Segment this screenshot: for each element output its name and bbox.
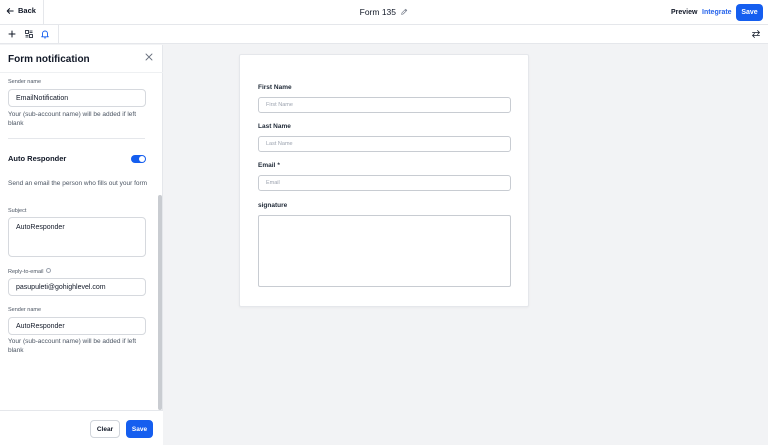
signature-label: signature <box>258 202 288 209</box>
pencil-icon[interactable] <box>400 8 408 16</box>
auto-responder-toggle[interactable] <box>131 155 146 163</box>
save-button[interactable]: Save <box>736 4 763 21</box>
sender-name-help: Your (sub-account name) will be added if… <box>8 111 137 127</box>
panel-footer: Clear Save <box>0 410 163 445</box>
clear-button[interactable]: Clear <box>90 420 120 438</box>
scrollbar[interactable] <box>158 195 162 410</box>
email-label-wrap: Email * <box>258 162 280 169</box>
plus-icon[interactable] <box>7 29 17 39</box>
first-name-label: First Name <box>258 84 292 91</box>
top-bar: Back Form 135 Preview Integrate Save <box>0 0 768 25</box>
last-name-label: Last Name <box>258 123 291 130</box>
email-label: Email <box>258 162 276 169</box>
sender-name-help: Your (sub-account name) will be added if… <box>8 338 137 354</box>
reply-to-email-label: Reply-to-email <box>8 269 44 275</box>
form-preview-card: First Name First Name Last Name Last Nam… <box>239 54 529 307</box>
last-name-field[interactable]: Last Name <box>258 136 511 152</box>
first-name-field[interactable]: First Name <box>258 97 511 113</box>
divider <box>8 138 145 139</box>
info-icon[interactable] <box>46 268 52 273</box>
form-notification-panel: Form notification Sender name EmailNotif… <box>0 45 163 445</box>
preview-button[interactable]: Preview <box>671 9 697 16</box>
reply-to-email-label-wrap: Reply-to-email <box>8 268 52 275</box>
sender-name-input[interactable]: EmailNotification <box>8 89 146 107</box>
toolbar <box>0 25 768 44</box>
integrate-button[interactable]: Integrate <box>702 9 732 16</box>
panel-title: Form notification <box>8 54 90 65</box>
subject-textarea[interactable]: AutoResponder <box>8 217 146 257</box>
form-title[interactable]: Form 135 <box>360 7 396 17</box>
subject-label: Subject <box>8 208 27 214</box>
form-title-wrap: Form 135 <box>0 7 768 17</box>
sender-name-label: Sender name <box>8 307 42 313</box>
sender-name-label: Sender name <box>8 79 42 85</box>
swap-icon[interactable] <box>751 29 761 39</box>
toolbar-divider <box>58 25 59 44</box>
close-icon[interactable] <box>145 53 153 61</box>
layout-icon[interactable] <box>24 29 34 39</box>
bell-icon[interactable] <box>40 29 50 39</box>
auto-responder-title: Auto Responder <box>8 154 67 163</box>
email-field[interactable]: Email <box>258 175 511 191</box>
panel-header-divider <box>0 72 163 73</box>
reply-to-email-input[interactable]: pasupuleti@gohighlevel.com <box>8 278 146 296</box>
sender-name-input[interactable]: AutoResponder <box>8 317 146 335</box>
save-button[interactable]: Save <box>126 420 153 438</box>
required-mark: * <box>277 162 280 169</box>
signature-pad[interactable] <box>258 215 511 287</box>
auto-responder-description: Send an email the person who fills out y… <box>8 180 148 187</box>
